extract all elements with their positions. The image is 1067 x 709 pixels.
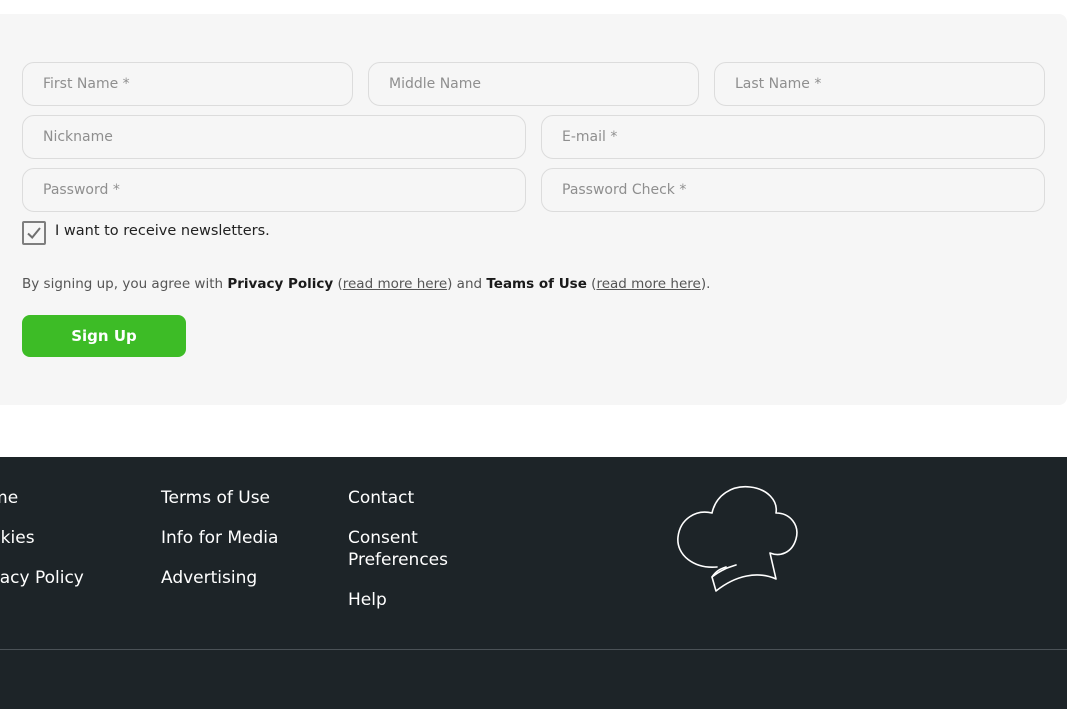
- privacy-policy-label: Privacy Policy: [227, 276, 334, 292]
- terms-of-use-label: Teams of Use: [486, 276, 587, 292]
- newsletter-label: I want to receive newsletters.: [55, 223, 270, 239]
- site-footer: Home Cookies Privacy Policy Terms of Use…: [0, 457, 1067, 709]
- terms-paren: (: [586, 276, 597, 292]
- footer-link-help[interactable]: Help: [348, 589, 478, 611]
- email-input[interactable]: [541, 115, 1045, 159]
- password-check-input[interactable]: [541, 168, 1045, 212]
- newsletter-checkbox[interactable]: [22, 221, 46, 245]
- footer-col-2: Terms of Use Info for Media Advertising: [161, 487, 278, 607]
- footer-link-privacy-policy[interactable]: Privacy Policy: [0, 567, 84, 589]
- terms-read-more-link[interactable]: read more here: [596, 276, 700, 292]
- terms-end: ).: [700, 276, 711, 292]
- footer-divider: [0, 649, 1067, 650]
- checkmark-icon: [27, 227, 41, 239]
- nickname-input[interactable]: [22, 115, 526, 159]
- footer-link-cookies[interactable]: Cookies: [0, 527, 84, 549]
- footer-link-advertising[interactable]: Advertising: [161, 567, 278, 589]
- footer-link-contact[interactable]: Contact: [348, 487, 478, 509]
- middle-name-input[interactable]: [368, 62, 699, 106]
- footer-col-1: Home Cookies Privacy Policy: [0, 487, 84, 607]
- chef-hat-icon: [677, 486, 798, 592]
- footer-link-info-for-media[interactable]: Info for Media: [161, 527, 278, 549]
- terms-text: By signing up, you agree with Privacy Po…: [22, 276, 710, 292]
- sign-up-button[interactable]: Sign Up: [22, 315, 186, 357]
- footer-link-home[interactable]: Home: [0, 487, 84, 509]
- first-name-input[interactable]: [22, 62, 353, 106]
- footer-link-terms-of-use[interactable]: Terms of Use: [161, 487, 278, 509]
- terms-and: ) and: [447, 276, 487, 292]
- footer-link-consent-preferences[interactable]: Consent Preferences: [348, 527, 478, 571]
- terms-paren: (: [333, 276, 343, 292]
- footer-col-3: Contact Consent Preferences Help: [348, 487, 478, 629]
- password-input[interactable]: [22, 168, 526, 212]
- last-name-input[interactable]: [714, 62, 1045, 106]
- privacy-read-more-link[interactable]: read more here: [343, 276, 447, 292]
- terms-prefix: By signing up, you agree with: [22, 276, 228, 292]
